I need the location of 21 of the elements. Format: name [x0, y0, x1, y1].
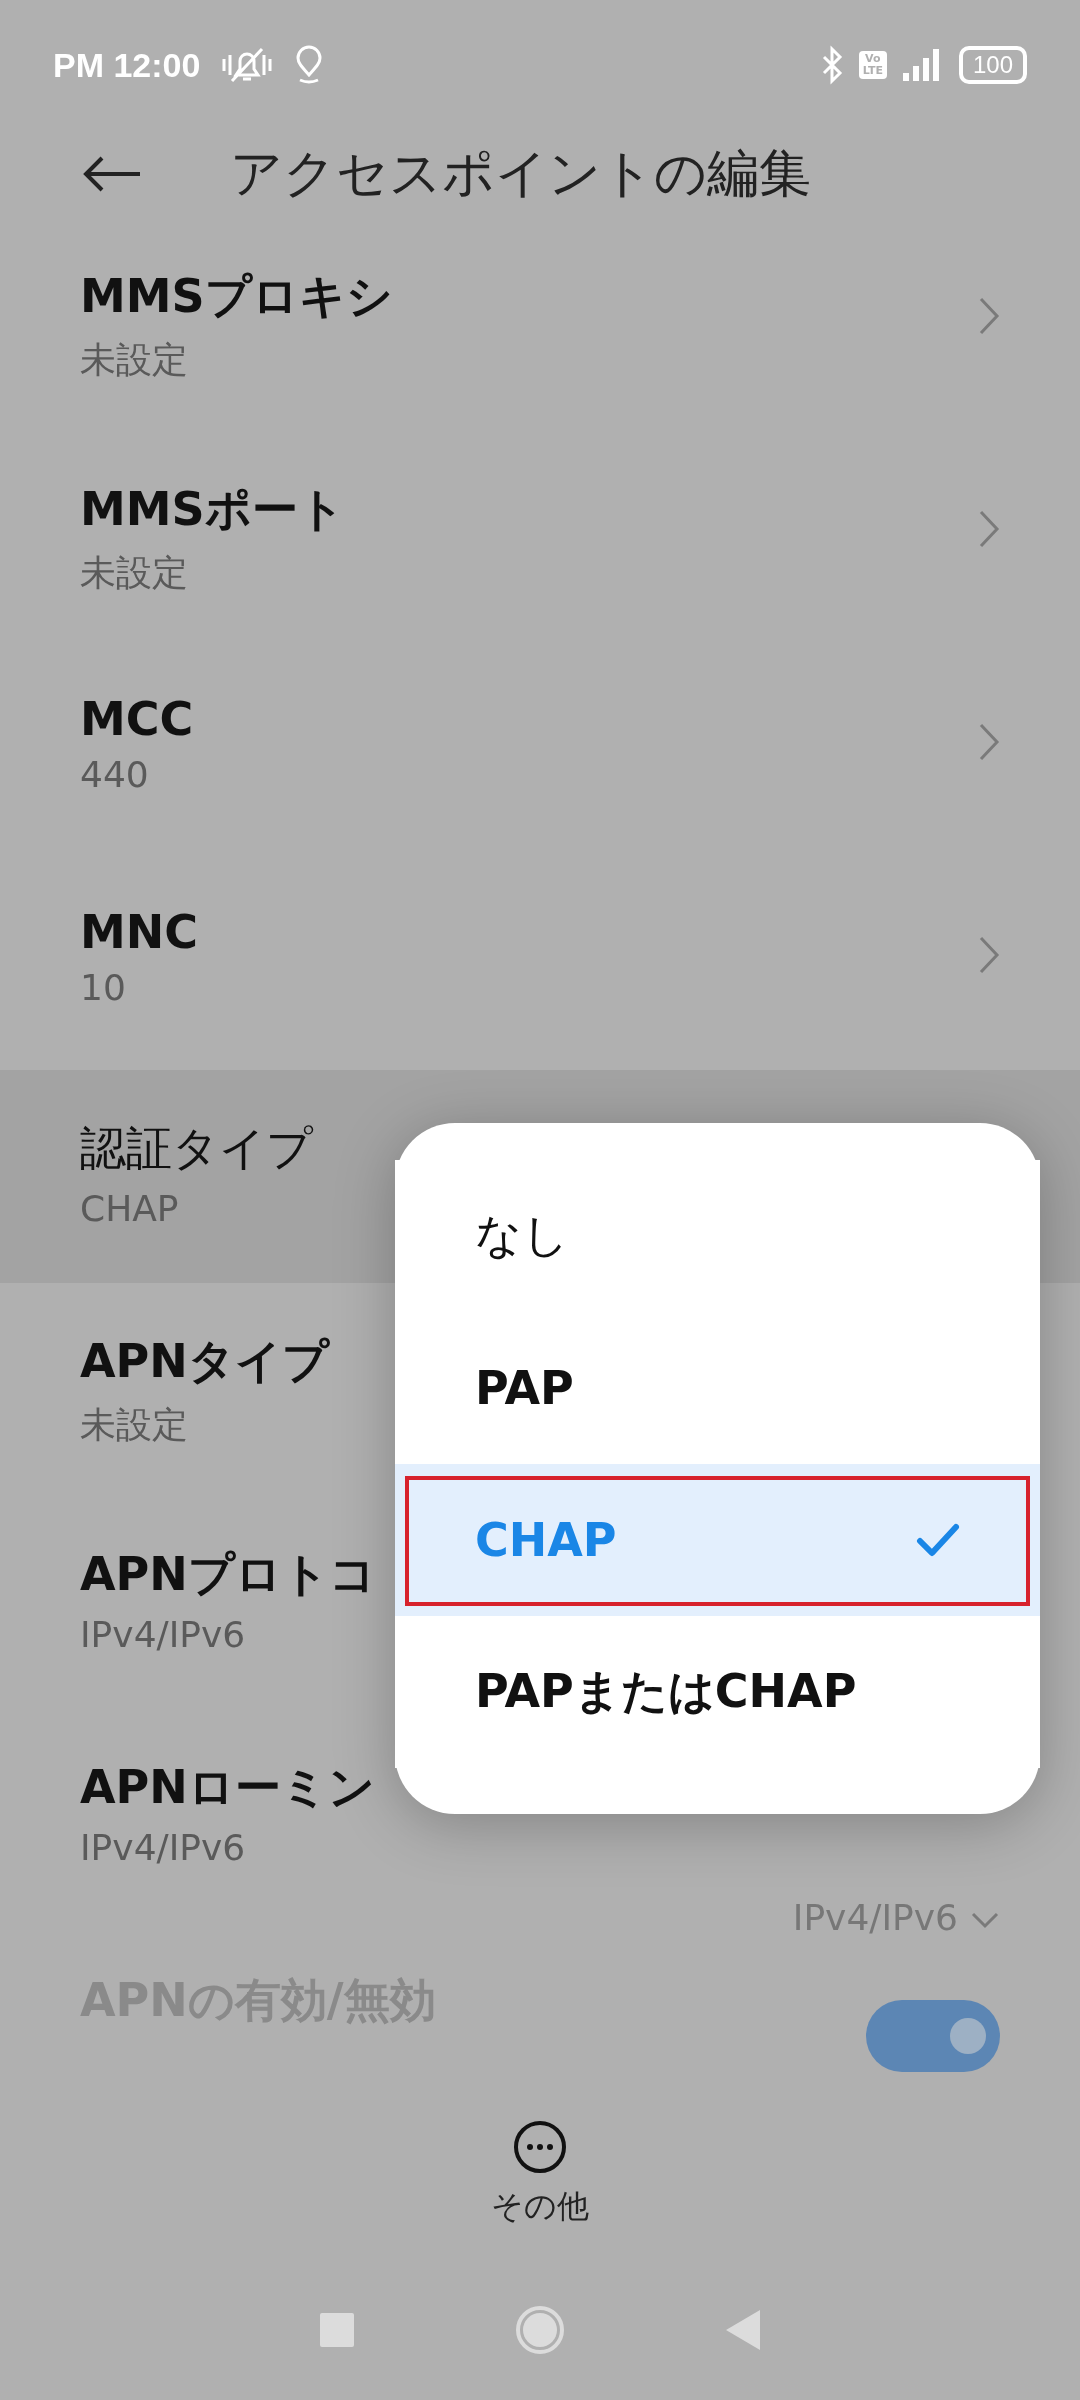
setting-value: CHAP: [80, 1188, 179, 1229]
setting-value: 440: [80, 754, 149, 795]
setting-title: APNタイプ: [80, 1333, 329, 1390]
battery-indicator: 100: [958, 46, 1027, 84]
setting-value: 未設定: [80, 551, 188, 595]
setting-title: 認証タイプ: [80, 1120, 313, 1177]
setting-value: 未設定: [80, 1403, 188, 1447]
setting-title: APNローミン: [80, 1759, 375, 1816]
screen-title: アクセスポイントの編集: [230, 142, 811, 205]
status-time: PM 12:00: [53, 45, 201, 85]
setting-title: MMSポート: [80, 481, 345, 538]
volte-badge: Vo LTE: [858, 51, 887, 79]
current-value: IPv4/IPv6: [792, 1897, 958, 1938]
setting-value: IPv4/IPv6: [80, 1614, 246, 1655]
setting-title: MNC: [80, 905, 199, 959]
setting-value: 10: [80, 967, 126, 1008]
setting-value: 未設定: [80, 338, 188, 382]
setting-value: IPv4/IPv6: [80, 1827, 246, 1868]
setting-title: MCC: [80, 692, 194, 746]
setting-title: APNプロトコ: [80, 1546, 376, 1603]
setting-title: MMSプロキシ: [80, 268, 393, 325]
